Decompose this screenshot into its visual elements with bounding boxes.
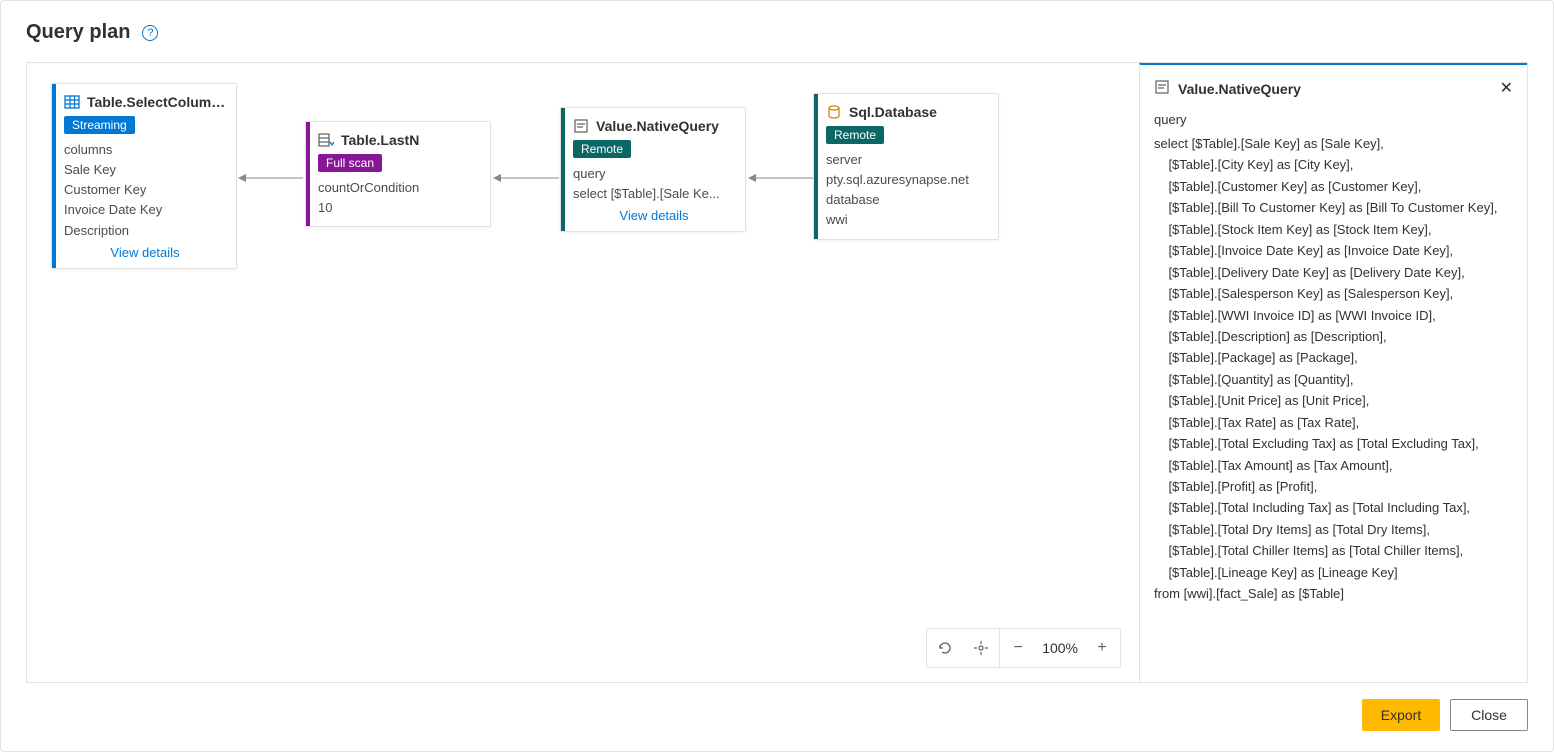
node-accent (306, 122, 310, 226)
node-value-nativequery[interactable]: Value.NativeQuery Remote query select [$… (560, 107, 746, 232)
node-row: countOrCondition (318, 178, 480, 198)
node-row: Invoice Date Key (64, 200, 226, 220)
node-title: Sql.Database (849, 104, 937, 120)
remote-tag: Remote (573, 140, 631, 158)
node-row: 10 (318, 198, 480, 218)
zoom-out-button[interactable]: − (1000, 629, 1036, 667)
node-row: query (573, 164, 735, 184)
help-icon[interactable]: ? (142, 25, 158, 41)
node-row: Sale Key (64, 160, 226, 180)
fit-view-button[interactable] (963, 629, 999, 667)
node-title: Table.SelectColumns (87, 94, 226, 110)
streaming-tag: Streaming (64, 116, 135, 134)
dialog-footer: Export Close (26, 683, 1528, 731)
node-row: wwi (826, 210, 988, 230)
node-table-lastn[interactable]: Table.LastN Full scan countOrCondition 1… (305, 121, 491, 227)
node-sql-database[interactable]: Sql.Database Remote server pty.sql.azure… (813, 93, 999, 240)
node-row: database (826, 190, 988, 210)
remote-tag: Remote (826, 126, 884, 144)
node-accent (814, 94, 818, 239)
zoom-percent: 100% (1036, 640, 1084, 656)
node-row: server (826, 150, 988, 170)
node-accent (52, 84, 56, 268)
dialog-header: Query plan ? (26, 21, 1528, 44)
node-title: Table.LastN (341, 132, 419, 148)
query-icon (573, 118, 589, 134)
database-icon (826, 104, 842, 120)
zoom-controls: − 100% + (926, 628, 1121, 668)
node-row: Description (64, 221, 226, 241)
table-icon (64, 94, 80, 110)
node-row: pty.sql.azuresynapse.net (826, 170, 988, 190)
details-title: Value.NativeQuery (1178, 81, 1492, 97)
query-plan-dialog: Query plan ? (0, 0, 1554, 752)
details-body: select [$Table].[Sale Key] as [Sale Key]… (1154, 133, 1513, 605)
reset-view-button[interactable] (927, 629, 963, 667)
query-icon (1154, 79, 1170, 98)
dialog-body: Table.SelectColumns Streaming columns Sa… (26, 62, 1528, 683)
query-plan-canvas[interactable]: Table.SelectColumns Streaming columns Sa… (27, 63, 1139, 682)
page-title: Query plan (26, 21, 130, 44)
node-table-selectcolumns[interactable]: Table.SelectColumns Streaming columns Sa… (51, 83, 237, 269)
node-row: Customer Key (64, 180, 226, 200)
node-title: Value.NativeQuery (596, 118, 719, 134)
details-panel: Value.NativeQuery ✕ query select [$Table… (1139, 63, 1527, 682)
close-icon[interactable]: ✕ (1500, 81, 1513, 97)
zoom-in-button[interactable]: + (1084, 629, 1120, 667)
node-row: columns (64, 140, 226, 160)
export-button[interactable]: Export (1362, 699, 1440, 731)
view-details-link[interactable]: View details (573, 204, 735, 223)
details-label: query (1154, 112, 1513, 127)
view-details-link[interactable]: View details (64, 241, 226, 260)
close-button[interactable]: Close (1450, 699, 1528, 731)
table-rows-icon (318, 132, 334, 148)
node-row: select [$Table].[Sale Ke... (573, 184, 735, 204)
fullscan-tag: Full scan (318, 154, 382, 172)
node-accent (561, 108, 565, 231)
